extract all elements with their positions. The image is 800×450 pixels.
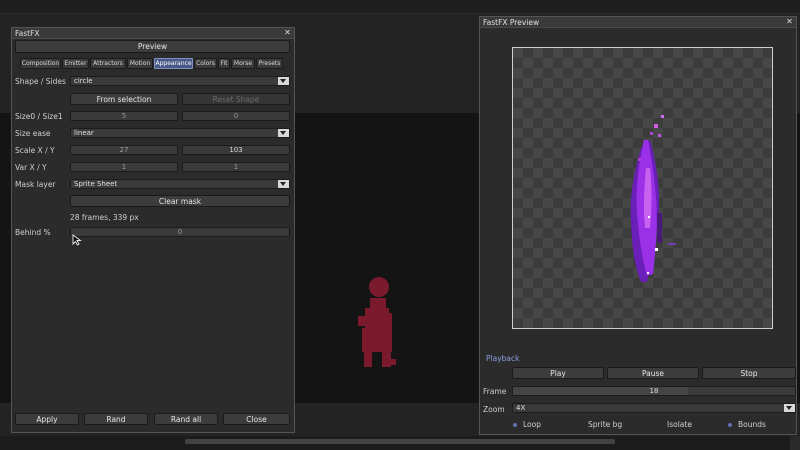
scale-y-value: 103: [229, 146, 243, 154]
frame-label: Frame: [483, 387, 507, 396]
isolate-checkbox[interactable]: Isolate: [667, 420, 692, 429]
apply-button[interactable]: Apply: [15, 413, 79, 425]
tab-emitter[interactable]: Emitter: [62, 58, 89, 69]
sprite-bg-label: Sprite bg: [588, 420, 623, 429]
scale-x-value: 27: [119, 146, 129, 154]
size-label: Size0 / Size1: [15, 112, 63, 121]
tab-colors[interactable]: Colors: [194, 58, 217, 69]
tab-motion[interactable]: Motion: [127, 58, 153, 69]
shape-label: Shape / Sides: [15, 77, 66, 86]
scrollbar-thumb[interactable]: [185, 439, 615, 444]
frame-value: 18: [649, 387, 659, 395]
shape-dropdown[interactable]: circle: [70, 76, 290, 86]
close-button[interactable]: Close: [223, 413, 290, 425]
zoom-label: Zoom: [483, 405, 505, 414]
tab-composition[interactable]: Composition: [20, 58, 61, 69]
close-icon[interactable]: ✕: [785, 17, 794, 27]
clear-mask-button[interactable]: Clear mask: [70, 195, 290, 207]
size0-slider[interactable]: 5: [70, 111, 178, 121]
preview-title: FastFX Preview: [483, 18, 540, 27]
tab-fit[interactable]: Fit: [218, 58, 230, 69]
behind-label: Behind %: [15, 228, 51, 237]
scale-y-slider[interactable]: 103: [182, 145, 290, 155]
tab-morse[interactable]: Morse: [231, 58, 255, 69]
chevron-down-icon: [278, 180, 289, 188]
horizontal-scrollbar[interactable]: [0, 436, 800, 450]
playback-label: Playback: [486, 354, 520, 363]
disabled-button: Reset Shape: [182, 93, 290, 105]
size-ease-value: linear: [74, 129, 94, 137]
frame-slider[interactable]: 18: [512, 386, 796, 396]
rand-all-button[interactable]: Rand all: [154, 413, 218, 425]
frames-info: 28 frames, 339 px: [70, 213, 139, 222]
mask-value: Sprite Sheet: [74, 180, 118, 188]
zoom-dropdown[interactable]: 4X: [512, 403, 796, 413]
play-button[interactable]: Play: [512, 367, 604, 379]
checkbox-icon: [513, 423, 517, 427]
behind-value: 0: [177, 228, 183, 236]
pause-button[interactable]: Pause: [607, 367, 699, 379]
mask-label: Mask layer: [15, 180, 56, 189]
var-x-slider[interactable]: 1: [70, 162, 178, 172]
isolate-label: Isolate: [667, 420, 692, 429]
bounds-label: Bounds: [738, 420, 766, 429]
size1-slider[interactable]: 0: [182, 111, 290, 121]
top-toolbar-strip: [0, 0, 800, 14]
mouse-cursor-icon: [72, 234, 82, 246]
tab-appearance[interactable]: Appearance: [154, 58, 193, 69]
sprite-bg-checkbox[interactable]: Sprite bg: [588, 420, 622, 429]
size-ease-dropdown[interactable]: linear: [70, 128, 290, 138]
chevron-down-icon: [784, 404, 795, 412]
chevron-down-icon: [278, 77, 289, 85]
var-y-slider[interactable]: 1: [182, 162, 290, 172]
size-ease-label: Size ease: [15, 129, 51, 138]
close-icon[interactable]: ✕: [283, 28, 292, 38]
size0-value: 5: [121, 112, 127, 120]
zoom-value: 4X: [516, 404, 526, 412]
loop-label: Loop: [523, 420, 541, 429]
var-x-value: 1: [121, 163, 127, 171]
behind-slider[interactable]: 0: [70, 227, 290, 237]
flame-effect-sprite: [630, 115, 676, 282]
mask-layer-dropdown[interactable]: Sprite Sheet: [70, 179, 290, 189]
loop-checkbox[interactable]: Loop: [513, 420, 541, 429]
var-label: Var X / Y: [15, 163, 47, 172]
scroll-corner: [790, 436, 800, 450]
preview-button[interactable]: Preview: [15, 40, 290, 53]
panel-title: FastFX: [15, 29, 40, 38]
var-y-value: 1: [233, 163, 239, 171]
fastfx-titlebar[interactable]: FastFX ✕: [12, 28, 294, 39]
shape-value: circle: [74, 77, 93, 85]
stop-button[interactable]: Stop: [702, 367, 796, 379]
tab-presets[interactable]: Presets: [256, 58, 283, 69]
bounds-checkbox[interactable]: Bounds: [728, 420, 766, 429]
chevron-down-icon: [278, 129, 289, 137]
size1-value: 0: [233, 112, 239, 120]
from-selection-button[interactable]: From selection: [70, 93, 178, 105]
tab-attractors[interactable]: Attractors: [90, 58, 126, 69]
preview-titlebar[interactable]: FastFX Preview ✕: [480, 17, 796, 28]
scale-label: Scale X / Y: [15, 146, 55, 155]
checkbox-icon: [728, 423, 732, 427]
preview-viewport: [512, 47, 773, 329]
scale-x-slider[interactable]: 27: [70, 145, 178, 155]
rand-button[interactable]: Rand: [84, 413, 148, 425]
